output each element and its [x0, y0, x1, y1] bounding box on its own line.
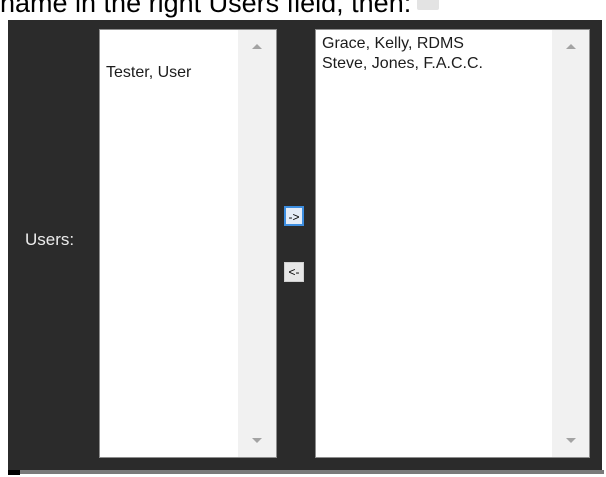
- available-users-items: Tester, User: [106, 63, 250, 83]
- triangle-down-icon[interactable]: [565, 438, 576, 443]
- available-users-listbox[interactable]: Tester, User: [99, 29, 277, 458]
- available-users-scrollbar[interactable]: [238, 30, 276, 457]
- instruction-caption: name in the right Users field, then:: [0, 0, 606, 20]
- selected-users-listbox[interactable]: Grace, Kelly, RDMS Steve, Jones, F.A.C.C…: [315, 29, 590, 458]
- move-left-button[interactable]: <-: [284, 262, 304, 282]
- selected-users-items: Grace, Kelly, RDMS Steve, Jones, F.A.C.C…: [322, 34, 563, 74]
- list-item[interactable]: Steve, Jones, F.A.C.C.: [322, 54, 563, 74]
- list-item[interactable]: Grace, Kelly, RDMS: [322, 34, 563, 54]
- move-right-button[interactable]: ->: [284, 206, 304, 226]
- triangle-up-icon[interactable]: [565, 44, 576, 49]
- selected-users-scrollbar[interactable]: [552, 30, 589, 457]
- panel-bottom-edge: [8, 470, 20, 475]
- image-placeholder-icon: [417, 0, 440, 10]
- triangle-up-icon[interactable]: [252, 44, 262, 49]
- caption-text: name in the right Users field, then:: [0, 0, 412, 18]
- triangle-down-icon[interactable]: [252, 438, 262, 443]
- panel-bottom-shadow: [8, 470, 604, 474]
- users-label: Users:: [25, 230, 75, 249]
- list-item[interactable]: Tester, User: [106, 63, 250, 83]
